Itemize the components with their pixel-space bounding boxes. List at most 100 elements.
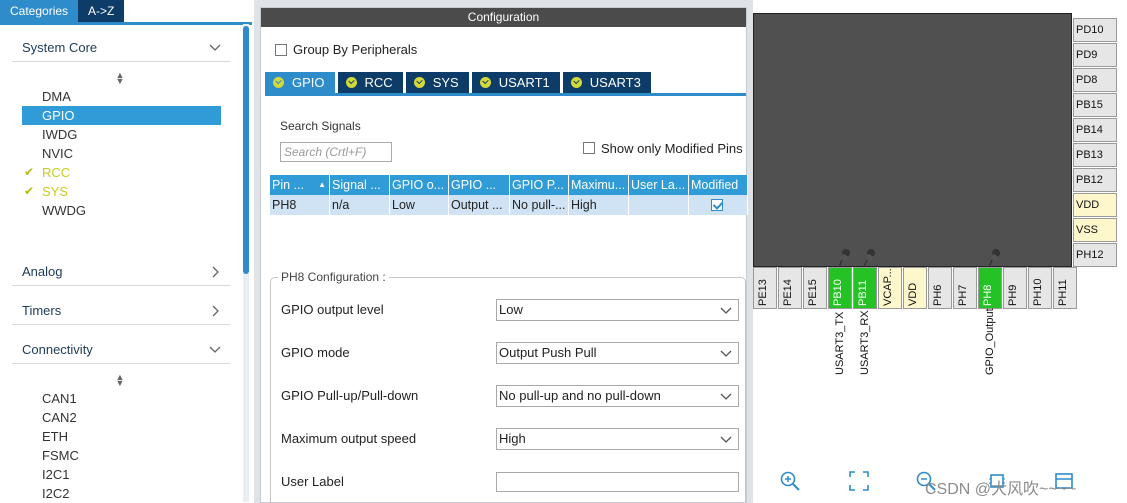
show-modified-checkbox[interactable] [583, 142, 595, 154]
check-circle-icon [413, 77, 425, 88]
sort-icon[interactable]: ▲ ▼ [115, 373, 125, 388]
pin-vss[interactable]: VSS [1073, 218, 1117, 242]
pin-pd8[interactable]: PD8 [1073, 68, 1117, 92]
chevron-down-icon [720, 307, 732, 314]
cell-level: Low [390, 195, 449, 215]
pin-pb14[interactable]: PB14 [1073, 118, 1117, 142]
speed-select[interactable]: High [496, 428, 739, 450]
category-analog[interactable]: Analog [12, 260, 230, 284]
category-connectivity[interactable]: Connectivity [12, 338, 230, 362]
table-row[interactable]: PH8 n/a Low Output ... No pull-... High [270, 195, 748, 215]
output-level-select[interactable]: Low [496, 299, 739, 321]
list-item-gpio[interactable]: GPIO [22, 106, 221, 125]
tab-categories[interactable]: Categories [0, 0, 79, 22]
list-item-wwdg[interactable]: WWDG [22, 201, 221, 220]
pin-pb10[interactable]: PB10 [828, 267, 852, 309]
user-label-input[interactable] [496, 472, 739, 492]
column-header[interactable]: Pin ... ▲ [270, 175, 330, 195]
list-item-eth[interactable]: ETH [22, 427, 221, 446]
pin-pd9[interactable]: PD9 [1073, 43, 1117, 67]
tab-gpio[interactable]: GPIO [265, 72, 335, 93]
tab-usart3[interactable]: USART3 [562, 72, 651, 93]
tab-a-z[interactable]: A->Z [78, 0, 125, 22]
list-item-nvic[interactable]: NVIC [22, 144, 221, 163]
header-label: Pin ... [272, 178, 304, 192]
watermark: CSDN @大风吹~~~~ [925, 481, 1077, 498]
pin-ph6[interactable]: PH6 [928, 267, 952, 309]
item-label: SYS [42, 184, 69, 199]
list-item-can2[interactable]: CAN2 [22, 408, 221, 427]
search-input[interactable]: Search (Crtl+F) [280, 142, 392, 162]
pin-pe13[interactable]: PE13 [753, 267, 777, 309]
pin-ph8[interactable]: PH8 [978, 267, 1002, 309]
column-header[interactable]: Maximu... [569, 175, 629, 195]
divider [12, 61, 230, 62]
check-circle-icon [479, 77, 491, 88]
cell-user-label [629, 195, 689, 215]
pin-label: PH11 [1057, 279, 1069, 306]
cell-pull: No pull-... [510, 195, 569, 215]
pin-pb11[interactable]: PB11 [853, 267, 877, 309]
item-label: RCC [42, 165, 71, 180]
list-item-sys[interactable]: ✔ SYS [22, 182, 221, 201]
configuration-panel: Configuration Group By Peripherals GPIO … [254, 0, 753, 503]
divider [12, 363, 230, 364]
pin-pe14[interactable]: PE14 [778, 267, 802, 309]
list-item-i2c1[interactable]: I2C1 [22, 465, 221, 484]
select-value: Low [499, 302, 523, 317]
tab-sys[interactable]: SYS [405, 72, 469, 93]
list-item-rcc[interactable]: ✔ RCC [22, 163, 221, 182]
pin-ph12[interactable]: PH12 [1073, 243, 1117, 267]
pin-label: PE14 [782, 279, 794, 306]
column-header[interactable]: Modified [689, 175, 748, 195]
list-item-can1[interactable]: CAN1 [22, 389, 221, 408]
pin-ph7[interactable]: PH7 [953, 267, 977, 309]
modified-checkbox[interactable] [711, 199, 723, 211]
zoom-in-icon[interactable] [779, 470, 801, 492]
list-item-i2c2[interactable]: I2C2 [22, 484, 221, 503]
user-label-label: User Label [281, 474, 344, 489]
list-item-fsmc[interactable]: FSMC [22, 446, 221, 465]
pin-ph10[interactable]: PH10 [1028, 267, 1052, 309]
category-system-core[interactable]: System Core [12, 36, 230, 60]
check-circle-icon [345, 77, 357, 88]
show-modified-label: Show only Modified Pins [601, 141, 743, 156]
column-header[interactable]: GPIO P... [510, 175, 569, 195]
list-item-dma[interactable]: DMA [22, 87, 221, 106]
pin-configuration-group: PH8 Configuration : GPIO output level Lo… [270, 270, 746, 503]
pin-label: PH8 [982, 284, 994, 306]
tab-usart1[interactable]: USART1 [471, 72, 560, 93]
column-header[interactable]: User La... [629, 175, 689, 195]
table-header: Pin ... ▲ Signal ... GPIO o... GPIO ... G… [270, 175, 748, 195]
output-level-label: GPIO output level [281, 302, 384, 317]
fit-screen-icon[interactable] [848, 470, 870, 492]
pin-pb12[interactable]: PB12 [1073, 168, 1117, 192]
category-timers[interactable]: Timers [12, 299, 230, 323]
pin-vdd[interactable]: VDD [1073, 193, 1117, 217]
pin-label: PH7 [957, 284, 969, 306]
select-value: High [499, 431, 526, 446]
pin-pd10[interactable]: PD10 [1073, 18, 1117, 42]
group-by-checkbox[interactable] [275, 44, 287, 56]
column-header[interactable]: GPIO ... [449, 175, 510, 195]
pin-pb13[interactable]: PB13 [1073, 143, 1117, 167]
speed-label: Maximum output speed [281, 431, 417, 446]
chevron-down-icon [209, 44, 221, 51]
pin-vdd-bottom[interactable]: VDD [903, 267, 927, 309]
select-value: Output Push Pull [499, 345, 597, 360]
pin-ph11[interactable]: PH11 [1053, 267, 1077, 309]
column-header[interactable]: GPIO o... [390, 175, 449, 195]
pin-ph9[interactable]: PH9 [1003, 267, 1027, 309]
column-header[interactable]: Signal ... [330, 175, 390, 195]
pin-pb15[interactable]: PB15 [1073, 93, 1117, 117]
list-item-iwdg[interactable]: IWDG [22, 125, 221, 144]
pin-pe15[interactable]: PE15 [803, 267, 827, 309]
mode-select[interactable]: Output Push Pull [496, 342, 739, 364]
tab-label: RCC [364, 75, 393, 90]
scrollbar-thumb[interactable] [243, 26, 249, 274]
left-scrollbar[interactable] [243, 24, 249, 502]
pin-vcap[interactable]: VCAP... [878, 267, 902, 309]
sort-icon[interactable]: ▲ ▼ [115, 71, 125, 86]
pull-select[interactable]: No pull-up and no pull-down [496, 385, 739, 407]
tab-rcc[interactable]: RCC [337, 72, 403, 93]
